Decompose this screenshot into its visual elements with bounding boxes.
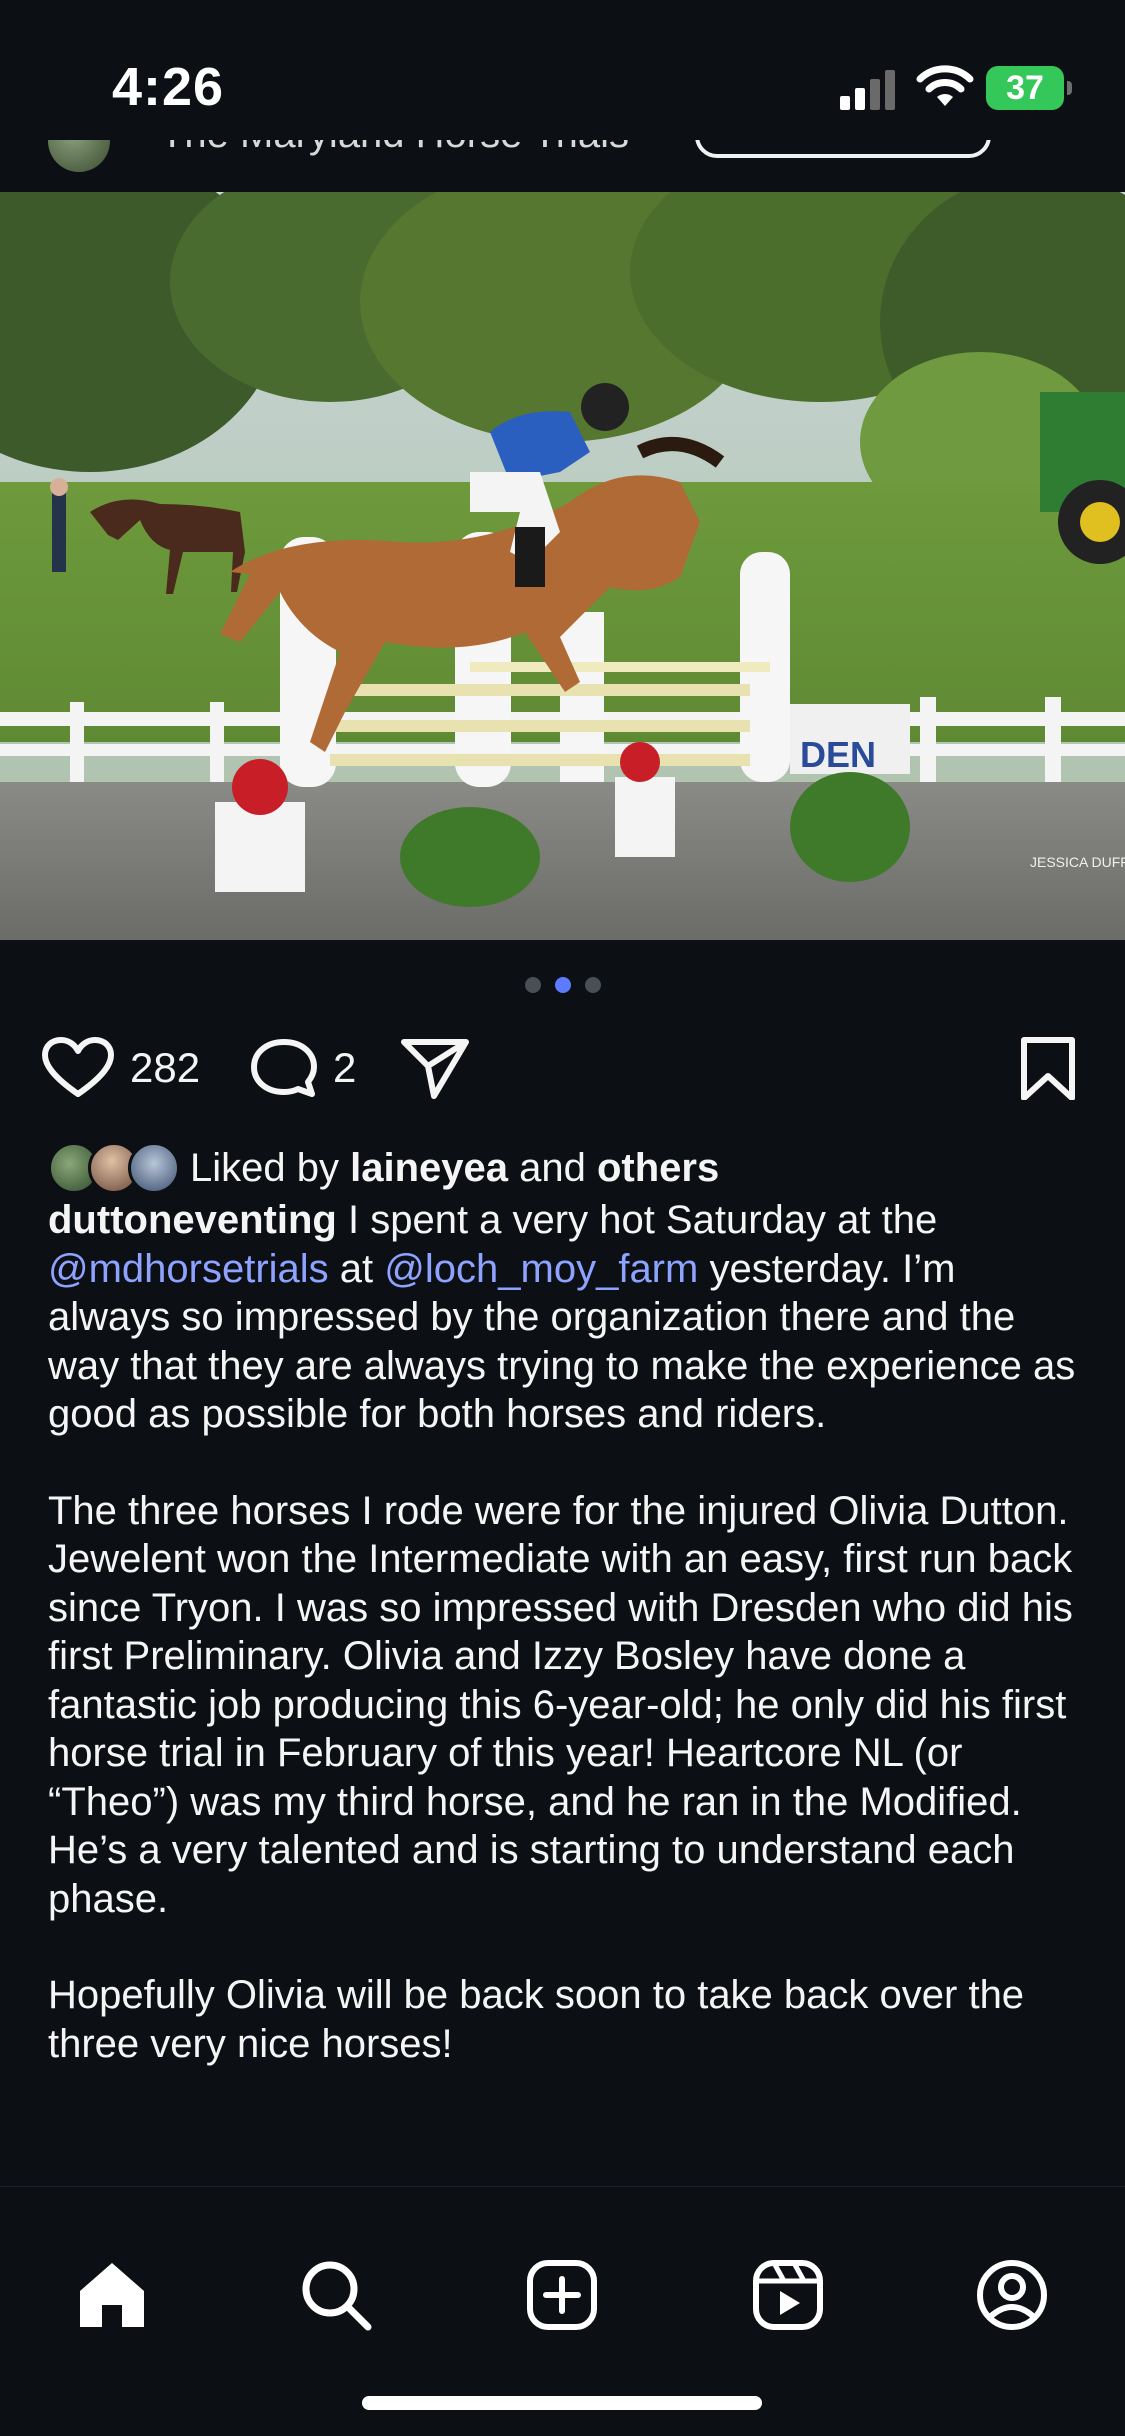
- liked-by-prefix: Liked by: [190, 1145, 351, 1190]
- liker-avatars: [48, 1140, 182, 1196]
- follow-button[interactable]: [695, 140, 991, 158]
- likes-count[interactable]: 282: [130, 1044, 200, 1092]
- account-avatar[interactable]: [48, 140, 110, 172]
- like-heart-icon[interactable]: [40, 1036, 116, 1100]
- bottom-tab-bar: [0, 2186, 1125, 2436]
- profile-icon[interactable]: [974, 2257, 1050, 2333]
- caption-paragraph: Hopefully Olivia will be back soon to ta…: [48, 1973, 1025, 2066]
- comments-count[interactable]: 2: [333, 1044, 356, 1092]
- carousel-dot: [584, 977, 601, 993]
- battery-indicator: 37: [986, 66, 1072, 110]
- svg-text:DEN: DEN: [800, 734, 876, 775]
- cellular-signal-icon: [840, 70, 895, 110]
- caption-paragraph: The three horses I rode were for the inj…: [48, 1488, 1073, 1921]
- post-caption: duttoneventing I spent a very hot Saturd…: [48, 1196, 1078, 2116]
- share-send-icon[interactable]: [396, 1036, 472, 1100]
- post-photo[interactable]: DEN JESSICA DUFFY: [0, 192, 1125, 940]
- home-icon[interactable]: [74, 2257, 150, 2333]
- search-icon[interactable]: [298, 2257, 374, 2333]
- caption-username[interactable]: duttoneventing: [48, 1198, 337, 1242]
- reels-icon[interactable]: [750, 2257, 826, 2333]
- post-actions: 282 2: [0, 1030, 1125, 1102]
- status-bar: 4:26 37: [0, 0, 1125, 140]
- liked-by-text: Liked by laineyea and others: [190, 1146, 719, 1191]
- mention-link[interactable]: @mdhorsetrials: [48, 1247, 329, 1291]
- liked-by-row[interactable]: Liked by laineyea and others: [48, 1138, 719, 1198]
- caption-text: at: [328, 1246, 385, 1291]
- liker-avatar: [128, 1142, 180, 1194]
- create-icon[interactable]: [524, 2257, 600, 2333]
- battery-level: 37: [1006, 68, 1044, 107]
- bookmark-icon[interactable]: [1010, 1036, 1086, 1100]
- caption-text: I spent a very hot Saturday at the: [336, 1198, 938, 1242]
- caption-paragraph: duttoneventing I spent a very hot Saturd…: [48, 1196, 1078, 1439]
- wifi-icon: [916, 65, 974, 106]
- mention-link[interactable]: @loch_moy_farm: [384, 1247, 698, 1291]
- liked-by-others[interactable]: others: [597, 1146, 719, 1190]
- photo-watermark: JESSICA DUFFY: [1030, 854, 1125, 870]
- account-name[interactable]: The Maryland Horse Trials: [160, 140, 629, 157]
- liked-by-user[interactable]: laineyea: [350, 1146, 508, 1190]
- liked-by-and: and: [508, 1145, 597, 1190]
- carousel-dot: [554, 977, 571, 993]
- home-indicator[interactable]: [362, 2396, 762, 2410]
- status-time: 4:26: [112, 57, 225, 117]
- post-header: The Maryland Horse Trials: [0, 140, 1125, 192]
- carousel-dot: [524, 977, 541, 993]
- carousel-indicator: [0, 977, 1125, 993]
- comment-icon[interactable]: [246, 1036, 322, 1100]
